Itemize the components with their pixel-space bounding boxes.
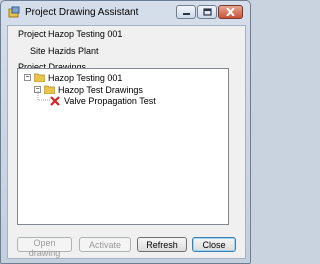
minimize-icon [182, 12, 190, 15]
window-title: Project Drawing Assistant [25, 7, 139, 18]
dialog-window: Project Drawing Assistant Project Hazop … [0, 0, 251, 264]
close-window-button[interactable] [218, 5, 243, 19]
refresh-button[interactable]: Refresh [137, 237, 187, 252]
open-drawing-button[interactable]: Open drawing [17, 237, 72, 258]
close-icon [226, 8, 235, 16]
project-label: Project [18, 29, 47, 39]
activate-button[interactable]: Activate [79, 237, 131, 252]
site-label: Site [30, 46, 46, 56]
site-value: Hazids Plant [48, 46, 99, 56]
drawings-tree[interactable]: − Hazop Testing 001 − Hazop Test Drawing… [17, 68, 229, 225]
tree-node-drawing[interactable]: Valve Propagation Test [50, 95, 156, 106]
app-icon [8, 6, 20, 18]
project-value: Hazop Testing 001 [48, 29, 123, 39]
title-bar[interactable]: Project Drawing Assistant [1, 1, 250, 25]
tree-node-label: Valve Propagation Test [64, 95, 156, 106]
close-button[interactable]: Close [192, 237, 236, 252]
minimize-button[interactable] [176, 5, 196, 19]
maximize-icon [202, 8, 212, 16]
maximize-button[interactable] [197, 5, 217, 19]
error-x-icon [50, 95, 60, 106]
